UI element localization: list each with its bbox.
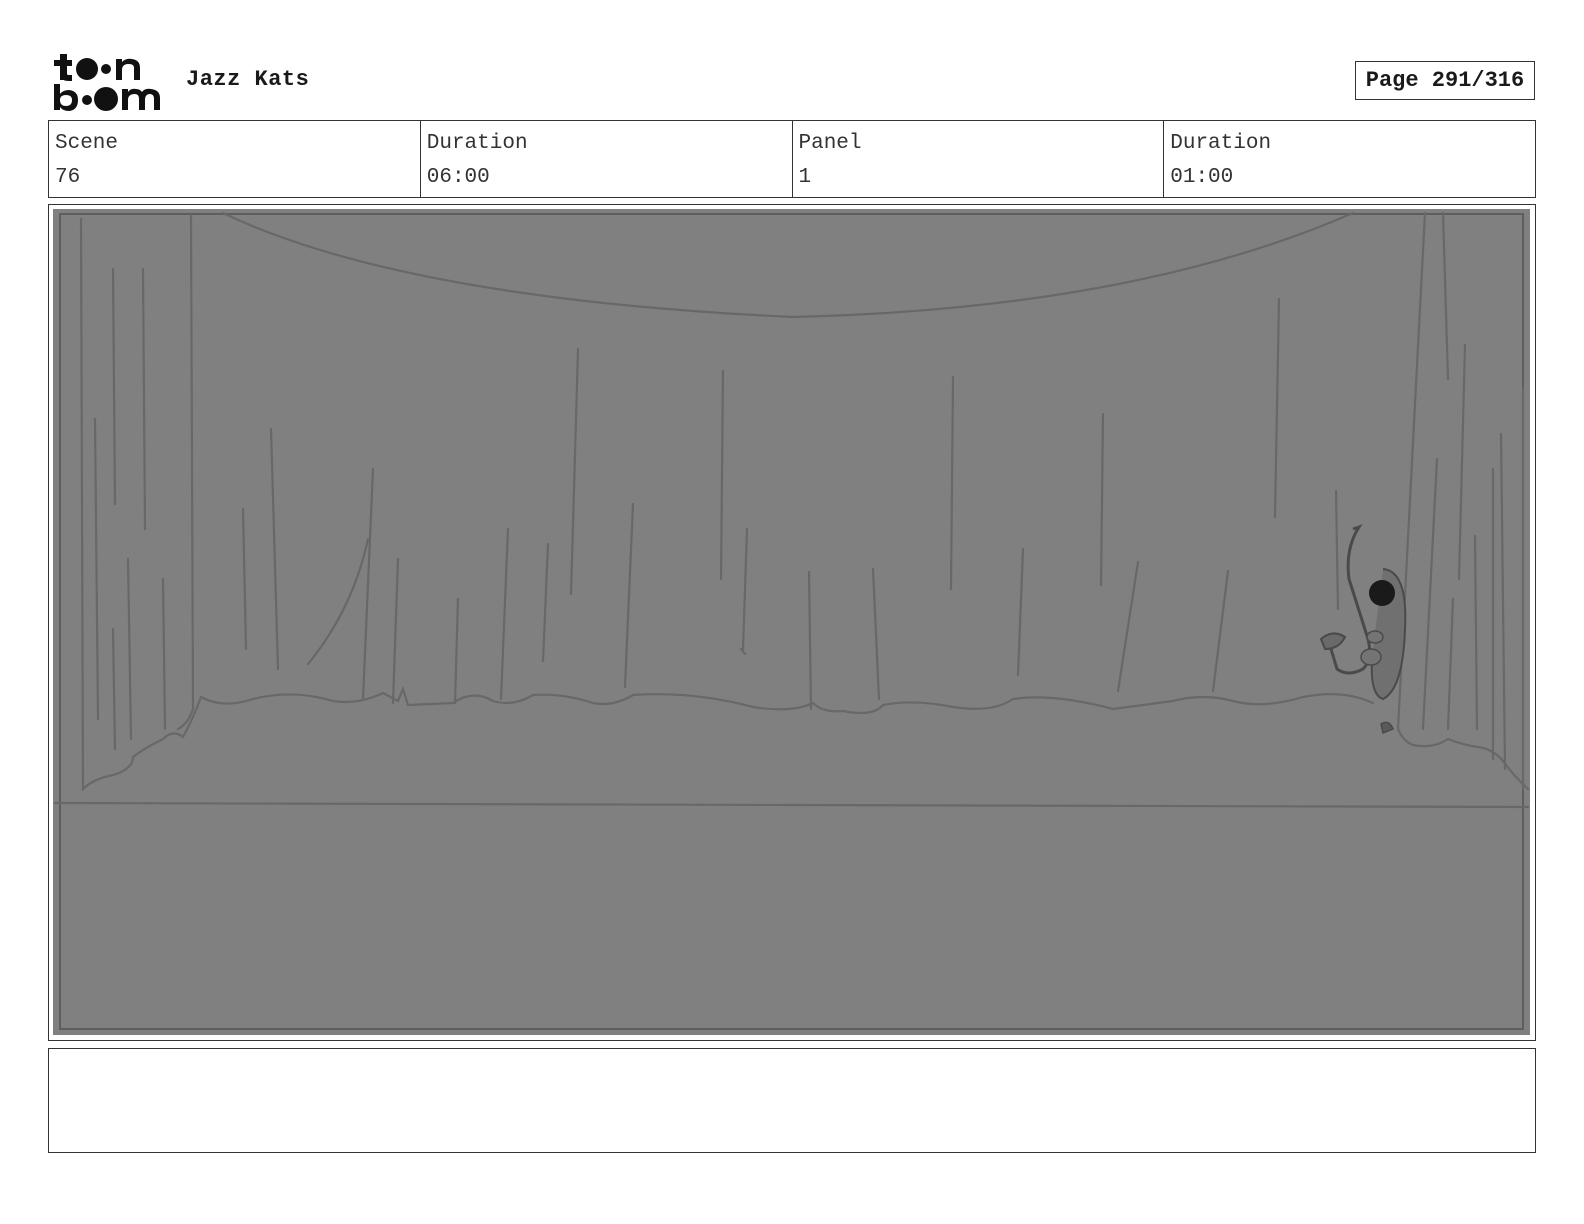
scene-value: 76 <box>55 166 81 189</box>
panel-label: Panel <box>798 132 862 155</box>
page-indicator: Page 291/316 <box>1355 61 1535 100</box>
toon-boom-logo <box>52 50 164 112</box>
project-title: Jazz Kats <box>186 67 310 92</box>
storyboard-panel <box>48 204 1536 1041</box>
panel-notes-box <box>48 1048 1536 1153</box>
panel-cell: Panel 1 <box>793 121 1165 197</box>
scene-info-table: Scene 76 Duration 06:00 Panel 1 Duration… <box>48 120 1536 198</box>
panel-value: 1 <box>798 166 812 189</box>
panel-duration-cell: Duration 01:00 <box>1164 121 1535 197</box>
scene-cell: Scene 76 <box>49 121 421 197</box>
toon-boom-logo-icon <box>54 54 160 111</box>
scene-duration-label: Duration <box>426 132 528 155</box>
scene-duration-value: 06:00 <box>426 166 490 189</box>
panel-duration-value: 01:00 <box>1170 166 1234 189</box>
scene-label: Scene <box>55 132 119 155</box>
panel-duration-label: Duration <box>1170 132 1272 155</box>
scene-duration-cell: Duration 06:00 <box>421 121 793 197</box>
stage-curtain-sketch <box>53 209 1530 1035</box>
